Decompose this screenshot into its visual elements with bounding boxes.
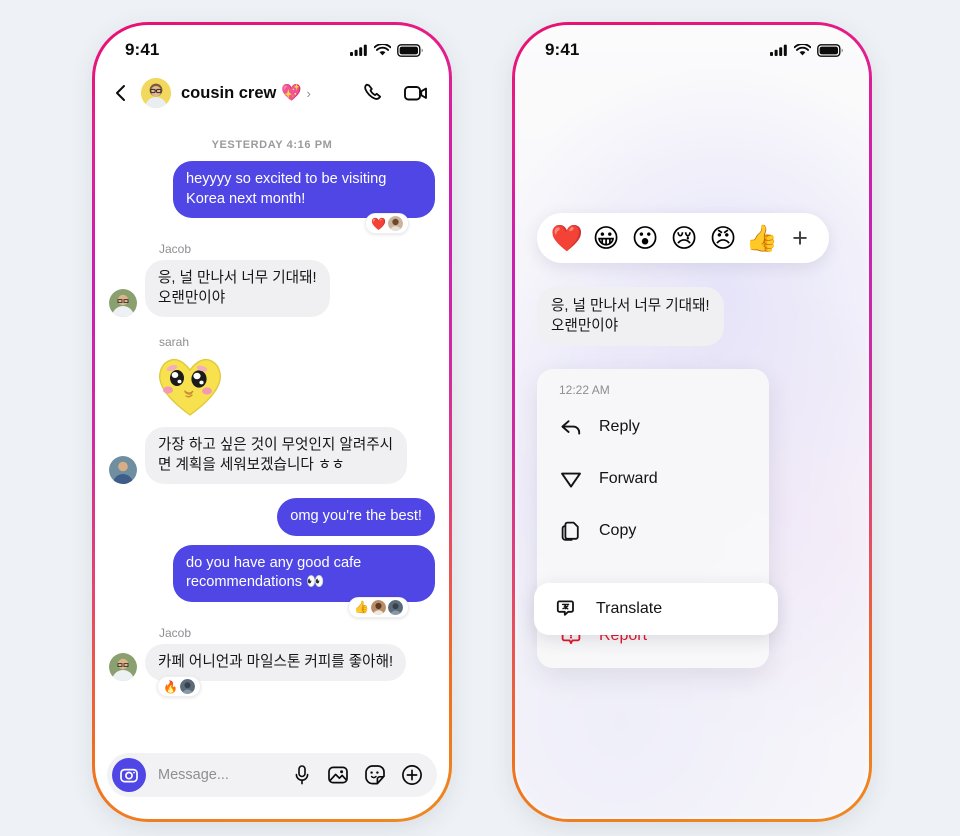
battery-icon bbox=[397, 43, 423, 57]
context-menu-item-copy[interactable]: Copy bbox=[537, 505, 769, 557]
reaction-surprised-icon[interactable]: 😮 bbox=[627, 225, 663, 251]
composer-icons bbox=[292, 764, 423, 786]
phone-right: 9:41 ❤️ 😀 😮 😢 😠 👍 + 응, 널 만나서 너무 기대돼! 오랜만… bbox=[512, 22, 872, 822]
reaction-cry-icon[interactable]: 😢 bbox=[666, 225, 702, 251]
status-time: 9:41 bbox=[545, 40, 580, 59]
context-menu-label: Translate bbox=[596, 600, 663, 617]
message-bubble[interactable]: do you have any good cafe recommendation… bbox=[173, 544, 435, 602]
phone-icon[interactable] bbox=[361, 81, 385, 105]
phone-left: 9:41 cousin crew 💖 › YESTERDAY 4:16 PM h… bbox=[92, 22, 452, 822]
signal-icon bbox=[350, 44, 368, 56]
reaction-pill[interactable]: 🔥 bbox=[157, 676, 201, 698]
message-bubble[interactable]: omg you're the best! bbox=[277, 498, 435, 536]
status-bar-right: 9:41 bbox=[515, 25, 869, 69]
avatar[interactable] bbox=[109, 653, 137, 682]
reaction-emoji: 🔥 bbox=[163, 679, 178, 694]
reaction-row: 👍 bbox=[109, 596, 435, 618]
focused-message-bubble[interactable]: 응, 널 만나서 너무 기대돼! 오랜만이야 bbox=[537, 287, 724, 347]
avatar[interactable] bbox=[109, 456, 137, 485]
add-reaction-button[interactable]: + bbox=[783, 224, 817, 252]
message-row-in[interactable]: 응, 널 만나서 너무 기대돼! 오랜만이야 bbox=[109, 260, 435, 318]
reaction-row: 🔥 bbox=[109, 676, 435, 698]
scrolled-message-fragment bbox=[109, 117, 435, 127]
yellow-heart-face-sticker[interactable] bbox=[155, 353, 225, 419]
context-menu-label: Reply bbox=[599, 418, 640, 435]
status-time: 9:41 bbox=[125, 40, 160, 59]
reaction-pill[interactable]: 👍 bbox=[348, 596, 409, 618]
context-menu-item-translate[interactable]: Translate bbox=[534, 583, 778, 635]
reaction-thumbsup-icon[interactable]: 👍 bbox=[744, 225, 780, 251]
page-title[interactable]: cousin crew 💖 › bbox=[181, 84, 311, 103]
reply-arrow-icon bbox=[559, 415, 583, 439]
message-bubble[interactable]: 가장 하고 싶은 것이 무엇인지 알려주시면 계획을 세워보겠습니다 ㅎㅎ bbox=[145, 427, 407, 485]
reaction-avatar bbox=[388, 216, 403, 232]
reaction-avatar bbox=[371, 599, 386, 615]
reaction-avatar bbox=[388, 599, 403, 615]
sticker-icon[interactable] bbox=[364, 764, 386, 786]
battery-icon bbox=[817, 43, 843, 57]
status-indicators bbox=[350, 43, 423, 57]
message-row-out[interactable]: omg you're the best! bbox=[109, 498, 435, 536]
avatar[interactable] bbox=[109, 289, 137, 318]
message-row-in[interactable]: 가장 하고 싶은 것이 무엇인지 알려주시면 계획을 세워보겠습니다 ㅎㅎ bbox=[109, 427, 435, 485]
copy-documents-icon bbox=[559, 519, 583, 543]
sender-name: Jacob bbox=[159, 242, 192, 257]
camera-icon[interactable] bbox=[112, 758, 146, 792]
conversation-title: cousin crew 💖 bbox=[181, 83, 302, 102]
search-input[interactable]: Message... bbox=[158, 767, 292, 783]
message-row-in[interactable]: 카페 어니언과 마일스톤 커피를 좋아해! bbox=[109, 643, 435, 682]
context-menu-label: Copy bbox=[599, 522, 637, 539]
message-timestamp: 12:22 AM bbox=[559, 383, 610, 397]
status-indicators bbox=[770, 43, 843, 57]
message-bubble[interactable]: heyyyy so excited to be visiting Korea n… bbox=[173, 161, 435, 219]
reaction-heart-icon[interactable]: ❤️ bbox=[549, 225, 585, 251]
reaction-avatar bbox=[179, 679, 195, 695]
context-menu[interactable]: 12:22 AM Reply Forward Copy Translate Re… bbox=[534, 369, 778, 668]
plus-circle-icon[interactable] bbox=[401, 764, 423, 786]
context-menu-label: Forward bbox=[599, 470, 658, 487]
microphone-icon[interactable] bbox=[292, 764, 312, 786]
group-avatar[interactable] bbox=[141, 78, 171, 108]
chevron-left-icon[interactable] bbox=[111, 83, 131, 103]
forward-paper-plane-icon bbox=[559, 467, 583, 491]
header-actions bbox=[361, 81, 429, 105]
reaction-emoji: 👍 bbox=[354, 600, 369, 615]
phone-right-screen: 9:41 ❤️ 😀 😮 😢 😠 👍 + 응, 널 만나서 너무 기대돼! 오랜만… bbox=[515, 25, 869, 819]
status-bar-left: 9:41 bbox=[95, 25, 449, 69]
reaction-grin-icon[interactable]: 😀 bbox=[588, 225, 624, 251]
wifi-icon bbox=[794, 44, 811, 56]
message-bubble[interactable]: 응, 널 만나서 너무 기대돼! 오랜만이야 bbox=[145, 260, 330, 318]
chevron-right-icon: › bbox=[306, 85, 311, 101]
reaction-angry-icon[interactable]: 😠 bbox=[705, 225, 741, 251]
canvas: 9:41 cousin crew 💖 › YESTERDAY 4:16 PM h… bbox=[0, 0, 960, 836]
sender-name: sarah bbox=[159, 335, 190, 350]
day-timestamp: YESTERDAY 4:16 PM bbox=[211, 139, 333, 151]
sender-name: Jacob bbox=[159, 625, 192, 640]
message-row-out[interactable]: do you have any good cafe recommendation… bbox=[109, 544, 435, 602]
video-camera-icon[interactable] bbox=[403, 81, 429, 105]
wifi-icon bbox=[374, 44, 391, 56]
message-list[interactable]: YESTERDAY 4:16 PM heyyyy so excited to b… bbox=[95, 117, 449, 753]
emoji-reaction-bar[interactable]: ❤️ 😀 😮 😢 😠 👍 + bbox=[537, 213, 829, 263]
image-icon[interactable] bbox=[327, 764, 349, 786]
context-menu-item-forward[interactable]: Forward bbox=[537, 453, 769, 505]
signal-icon bbox=[770, 44, 788, 56]
context-menu-item-reply[interactable]: Reply bbox=[537, 401, 769, 453]
reaction-emoji: ❤️ bbox=[371, 216, 386, 231]
reaction-row: ❤️ bbox=[109, 213, 435, 235]
translate-icon bbox=[556, 597, 580, 621]
reaction-pill[interactable]: ❤️ bbox=[365, 213, 409, 235]
phone-left-screen: 9:41 cousin crew 💖 › YESTERDAY 4:16 PM h… bbox=[95, 25, 449, 819]
message-composer[interactable]: Message... bbox=[107, 753, 437, 797]
message-row-out[interactable]: heyyyy so excited to be visiting Korea n… bbox=[109, 161, 435, 219]
chat-header: cousin crew 💖 › bbox=[95, 69, 449, 117]
